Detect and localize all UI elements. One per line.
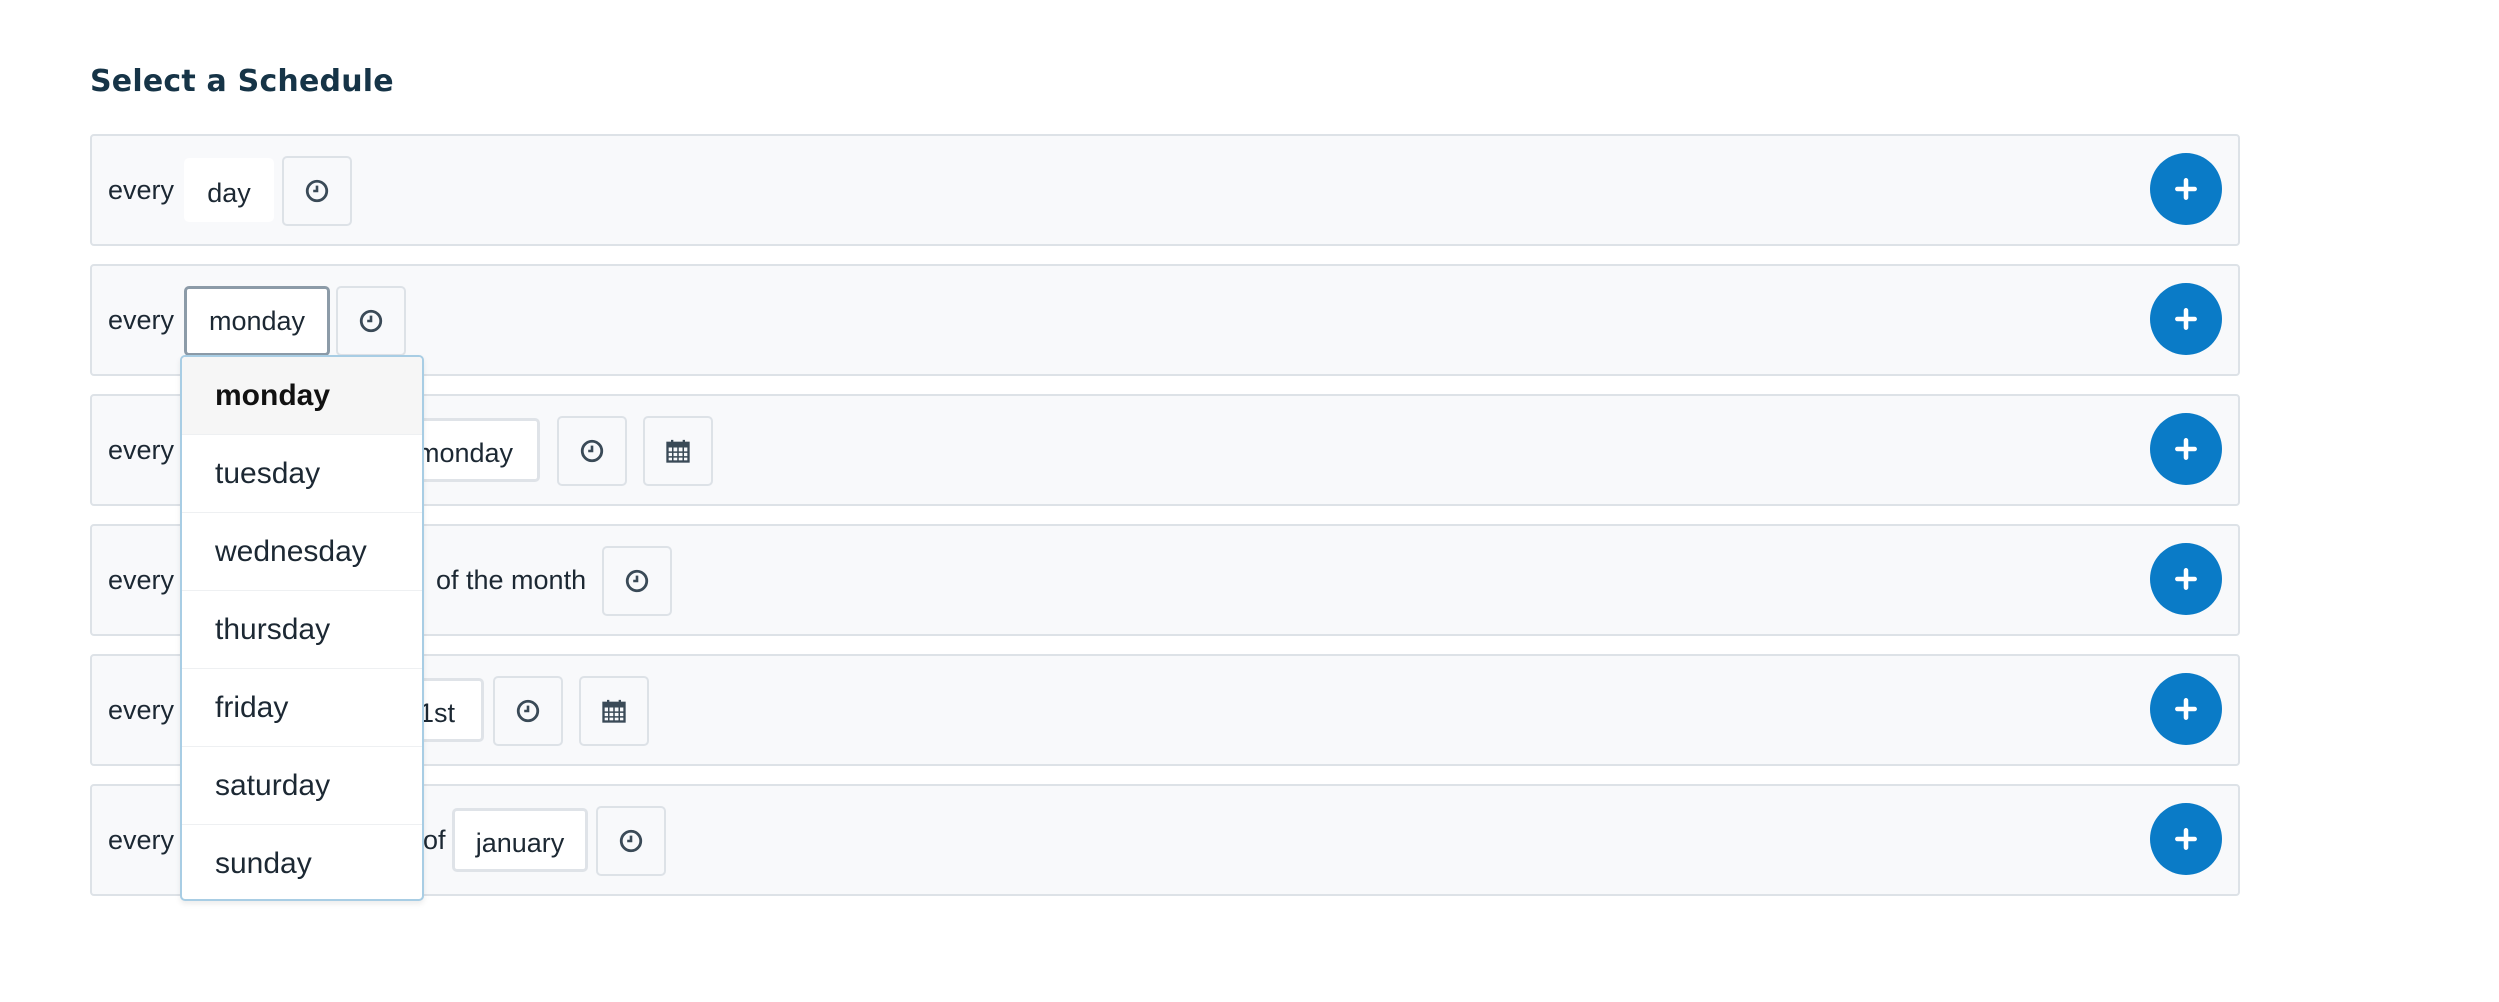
add-schedule-button[interactable] [2150, 413, 2222, 485]
every-label: every [108, 565, 175, 595]
calendar-icon [602, 699, 626, 723]
add-schedule-button[interactable] [2150, 673, 2222, 745]
period-select[interactable]: day [184, 158, 274, 222]
every-label: every [108, 825, 175, 855]
weekday-option[interactable]: saturday [182, 747, 422, 825]
add-schedule-button[interactable] [2150, 153, 2222, 225]
time-picker-button[interactable] [493, 676, 563, 746]
plus-icon [2175, 698, 2197, 720]
clock-icon [580, 439, 604, 463]
plus-icon [2175, 308, 2197, 330]
date-picker-button[interactable] [643, 416, 713, 486]
time-picker-button[interactable] [282, 156, 352, 226]
plus-icon [2175, 438, 2197, 460]
time-picker-button[interactable] [602, 546, 672, 616]
every-label: every [108, 435, 175, 465]
weekday-option[interactable]: wednesday [182, 513, 422, 591]
add-schedule-button[interactable] [2150, 803, 2222, 875]
schedule-page: Select a Schedule every day every monday [0, 0, 2499, 1002]
page-title: Select a Schedule [90, 64, 394, 99]
weekday-option[interactable]: tuesday [182, 435, 422, 513]
plus-icon [2175, 828, 2197, 850]
weekday-option[interactable]: monday [182, 357, 422, 435]
every-label: every [108, 695, 175, 725]
clock-icon [619, 829, 643, 853]
clock-icon [625, 569, 649, 593]
add-schedule-button[interactable] [2150, 543, 2222, 615]
add-schedule-button[interactable] [2150, 283, 2222, 355]
weekday-option[interactable]: thursday [182, 591, 422, 669]
every-label: every [108, 175, 175, 205]
month-select[interactable]: january [452, 808, 588, 872]
weekday-dropdown: monday tuesday wednesday thursday friday… [180, 355, 424, 901]
time-picker-button[interactable] [336, 286, 406, 356]
time-picker-button[interactable] [557, 416, 627, 486]
time-picker-button[interactable] [596, 806, 666, 876]
weekday-option[interactable]: friday [182, 669, 422, 747]
date-picker-button[interactable] [579, 676, 649, 746]
every-label: every [108, 305, 175, 335]
plus-icon [2175, 178, 2197, 200]
schedule-row-daily: every day [90, 134, 2240, 246]
clock-icon [516, 699, 540, 723]
calendar-icon [666, 439, 690, 463]
clock-icon [305, 179, 329, 203]
weekday-select[interactable]: monday [184, 286, 330, 356]
clock-icon [359, 309, 383, 333]
of-label: of [423, 825, 446, 855]
weekday-option[interactable]: sunday [182, 825, 422, 899]
of-the-month-label: of the month [436, 565, 587, 595]
plus-icon [2175, 568, 2197, 590]
